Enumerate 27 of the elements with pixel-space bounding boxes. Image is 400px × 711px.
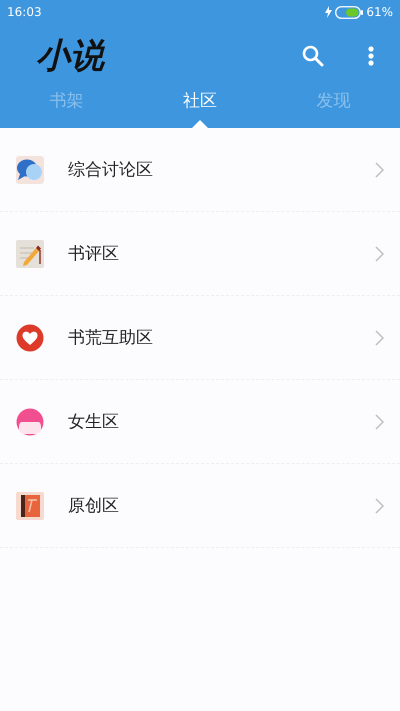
chat-bubbles-icon bbox=[16, 156, 44, 184]
forum-label: 书荒互助区 bbox=[68, 327, 154, 349]
forum-list-item[interactable]: 综合讨论区 bbox=[0, 128, 400, 212]
chevron-right-icon bbox=[375, 246, 384, 262]
girl-avatar-icon bbox=[16, 408, 44, 436]
forum-label: 原创区 bbox=[68, 495, 120, 517]
charging-icon bbox=[325, 6, 332, 18]
battery-icon bbox=[335, 6, 364, 18]
more-menu-icon[interactable] bbox=[368, 46, 374, 66]
app-title: 小说 bbox=[36, 35, 106, 78]
tab-indicator-icon bbox=[192, 120, 208, 128]
chevron-right-icon bbox=[375, 414, 384, 430]
chevron-right-icon bbox=[375, 330, 384, 346]
forum-list-item[interactable]: 女生区 bbox=[0, 380, 400, 464]
chevron-right-icon bbox=[375, 498, 384, 514]
search-icon[interactable] bbox=[302, 45, 324, 67]
forum-label: 书评区 bbox=[68, 243, 120, 265]
forum-label: 综合讨论区 bbox=[68, 159, 154, 181]
chevron-right-icon bbox=[375, 162, 384, 178]
battery-percent: 61% bbox=[366, 5, 393, 19]
forum-list-item[interactable]: 书荒互助区 bbox=[0, 296, 400, 380]
forum-list-item[interactable]: 书评区 bbox=[0, 212, 400, 296]
forum-label: 女生区 bbox=[68, 411, 120, 433]
forum-list-item[interactable]: 原创区 bbox=[0, 464, 400, 548]
book-icon bbox=[16, 492, 44, 520]
status-time: 16:03 bbox=[7, 5, 42, 19]
notepad-pencil-icon bbox=[16, 240, 44, 268]
